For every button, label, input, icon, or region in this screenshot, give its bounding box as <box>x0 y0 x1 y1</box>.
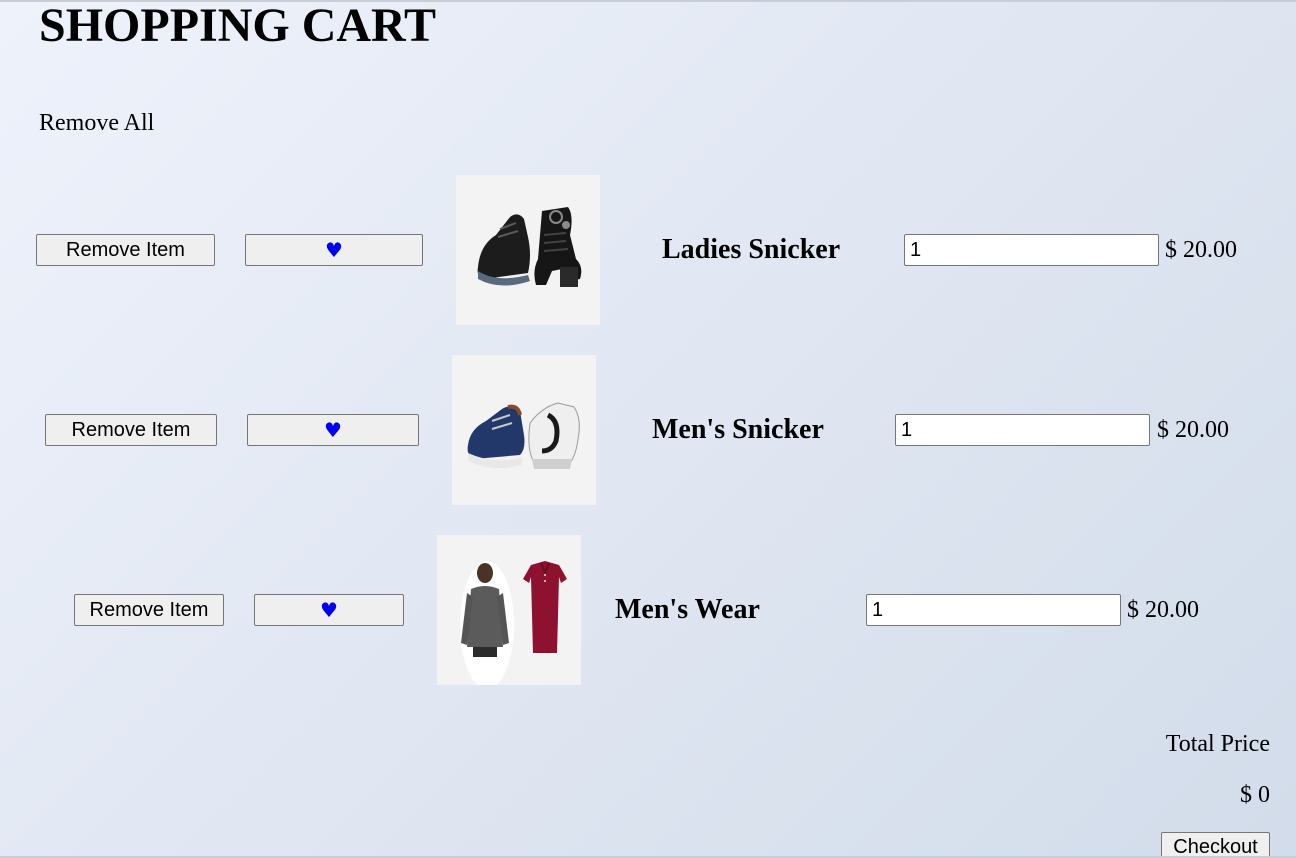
item-price: $ 20.00 <box>1127 597 1199 623</box>
product-image-mens-wear <box>437 535 581 685</box>
mens-sneakers-image <box>467 402 580 469</box>
product-name: Men's Wear <box>615 594 760 625</box>
checkout-button[interactable]: Checkout <box>1161 832 1270 858</box>
page-title: SHOPPING CART <box>39 0 437 52</box>
remove-item-button[interactable]: Remove Item <box>36 234 215 266</box>
quantity-input[interactable] <box>866 594 1121 626</box>
heart-icon: ♥ <box>325 238 343 262</box>
favorite-button[interactable]: ♥ <box>254 594 404 626</box>
favorite-button[interactable]: ♥ <box>247 414 419 446</box>
item-price: $ 20.00 <box>1157 417 1229 443</box>
quantity-input[interactable] <box>904 234 1159 266</box>
product-name: Ladies Snicker <box>662 234 841 265</box>
item-price: $ 20.00 <box>1165 237 1237 263</box>
quantity-input[interactable] <box>895 414 1150 446</box>
favorite-button[interactable]: ♥ <box>245 234 423 266</box>
mens-wear-image <box>460 561 567 685</box>
remove-item-button[interactable]: Remove Item <box>45 414 217 446</box>
product-image-ladies-snicker <box>456 175 600 325</box>
heart-icon: ♥ <box>320 598 338 622</box>
heart-icon: ♥ <box>324 418 342 442</box>
product-name: Men's Snicker <box>652 414 824 445</box>
total-price-value: $ 0 <box>1240 782 1270 808</box>
ladies-sneakers-image <box>477 207 582 287</box>
total-price-label: Total Price <box>1165 731 1270 757</box>
product-image-mens-snicker <box>452 355 596 505</box>
remove-item-button[interactable]: Remove Item <box>74 594 224 626</box>
remove-all-link[interactable]: Remove All <box>39 109 154 137</box>
